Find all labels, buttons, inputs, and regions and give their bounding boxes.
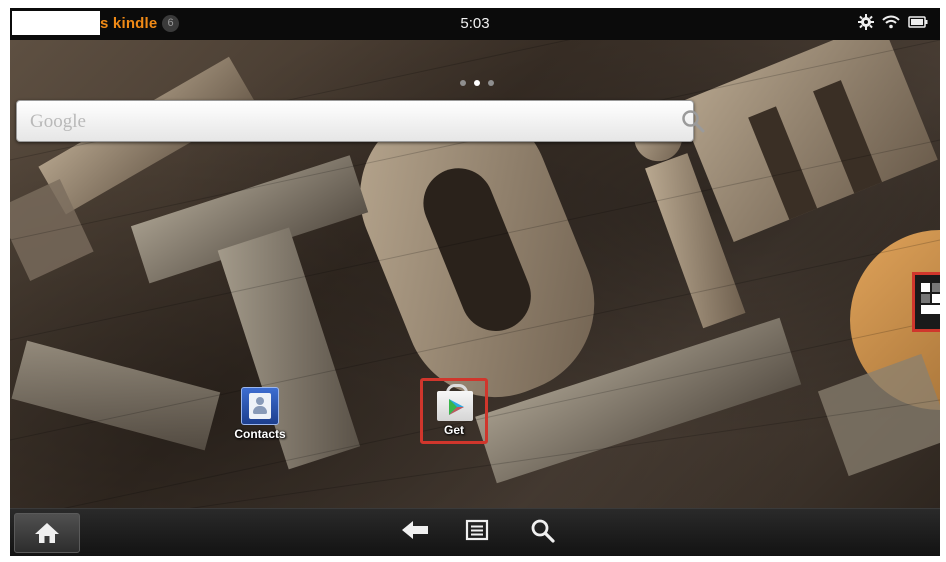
navigation-bar [10,508,940,556]
device-screen: s kindle 6 5:03 Google Contacts Get [10,8,940,556]
contacts-app-icon[interactable]: Contacts [220,387,300,441]
back-button[interactable] [398,518,432,548]
play-store-app-icon[interactable]: Get [420,378,488,444]
google-search-bar[interactable]: Google [16,100,705,142]
page-dot[interactable] [488,80,494,86]
status-clock: 5:03 [460,15,490,32]
page-indicator [460,80,494,86]
status-icons [858,14,928,30]
app-label: Contacts [234,427,286,441]
home-button[interactable] [14,513,80,553]
menu-button[interactable] [460,518,494,548]
grid-widget-icon[interactable] [912,272,940,332]
page-dot[interactable] [460,80,466,86]
search-icon [531,519,555,543]
search-button[interactable] [526,518,560,548]
wifi-icon [882,15,900,29]
menu-icon [465,519,489,541]
contacts-icon [241,387,279,425]
battery-icon [908,16,928,28]
app-label: Get [443,423,464,437]
home-wallpaper: Google Contacts Get [10,40,940,508]
home-icon [35,523,59,543]
page-dot-current[interactable] [474,80,480,86]
shopping-bag-icon [437,391,473,421]
settings-gear-icon[interactable] [858,14,874,30]
search-placeholder: Google [30,111,86,132]
status-bar: s kindle 6 5:03 [10,8,940,40]
back-arrow-icon [402,521,428,539]
